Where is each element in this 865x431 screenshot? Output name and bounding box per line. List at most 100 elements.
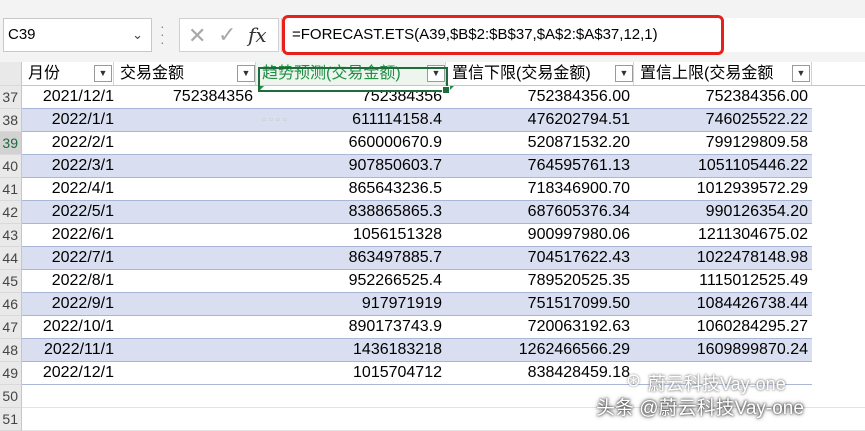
cell-b[interactable] [114,293,256,315]
cell-b[interactable] [114,224,256,246]
cell-a[interactable]: 2022/5/1 [22,201,114,223]
column-header-lower-bound[interactable]: 置信下限(交易金额) [446,62,634,85]
cell-a[interactable]: 2022/3/1 [22,155,114,177]
cell-c[interactable]: 890173743.9 [256,316,446,338]
cell-d[interactable]: 1262466566.29 [446,339,634,361]
cell-c[interactable]: 838865865.3 [256,201,446,223]
row-header[interactable]: 42 [0,201,22,224]
cell-d[interactable]: 720063192.63 [446,316,634,338]
cell-b[interactable] [114,362,256,384]
row-header[interactable]: 49 [0,362,22,385]
cell-a[interactable]: 2022/12/1 [22,362,114,384]
watermark-line2: 头条 @蔚云科技Vay-one [596,398,804,419]
cell-d[interactable]: 476202794.51 [446,109,634,131]
cell-c[interactable]: 863497885.7 [256,247,446,269]
cell-a[interactable]: 2022/10/1 [22,316,114,338]
row-header[interactable]: 44 [0,247,22,270]
table-row: 2022/4/1 865643236.5 718346900.70 101293957… [22,178,812,201]
cancel-icon[interactable]: ✕ [188,23,206,49]
cell-d[interactable]: 704517622.43 [446,247,634,269]
filter-dropdown-icon[interactable]: ▼ [237,65,255,82]
cell-c[interactable]: 952266525.4 [256,270,446,292]
cell-b[interactable] [114,132,256,154]
cell-c[interactable]: 865643236.5 [256,178,446,200]
cell-e[interactable]: 1115012525.49 [634,270,812,292]
corner-cell[interactable] [0,62,22,86]
cell-c[interactable]: 907850603.7 [256,155,446,177]
cell-b[interactable] [114,201,256,223]
filter-dropdown-icon[interactable]: ▼ [427,65,445,82]
cell-e[interactable]: 752384356.00 [634,86,812,108]
cell-e[interactable]: 1022478148.98 [634,247,812,269]
cell-d[interactable]: 752384356.00 [446,86,634,108]
header-label: 置信上限(交易金额 [640,65,774,82]
cell-d[interactable]: 520871532.20 [446,132,634,154]
filter-dropdown-icon[interactable]: ▼ [615,65,633,82]
row-header[interactable]: 40 [0,155,22,178]
row-header[interactable]: 50 [0,385,22,408]
cell-d[interactable]: 751517099.50 [446,293,634,315]
cell-c[interactable]: 1056151328 [256,224,446,246]
cell-a[interactable]: 2022/9/1 [22,293,114,315]
cell-e[interactable]: 1051105446.22 [634,155,812,177]
cell-b[interactable] [114,247,256,269]
chevron-down-icon[interactable]: ⌄ [132,19,143,51]
cell-b[interactable] [114,270,256,292]
paste-options-hint: ▫ ▫ ▫ ▫ [262,114,287,126]
row-header[interactable]: 45 [0,270,22,293]
cell-b[interactable] [114,109,256,131]
row-header[interactable]: 38 [0,109,22,132]
cell-e[interactable]: 990126354.20 [634,201,812,223]
cell-e[interactable]: 1609899870.24 [634,339,812,361]
row-header[interactable]: 37 [0,86,22,109]
cell-b[interactable] [114,178,256,200]
row-header[interactable]: 39 [0,132,22,155]
row-header[interactable]: 41 [0,178,22,201]
cell-b[interactable]: 752384356 [114,86,256,108]
cell-b[interactable] [114,316,256,338]
cell-c[interactable]: 1436183218 [256,339,446,361]
cell-a[interactable]: 2022/6/1 [22,224,114,246]
cell-b[interactable] [114,339,256,361]
name-box[interactable]: C39 ⌄ [3,18,152,52]
cell-c[interactable]: 1015704712 [256,362,446,384]
row-header[interactable]: 46 [0,293,22,316]
table-row: 2022/6/1 1056151328 900997980.06 1211304675… [22,224,812,247]
insert-function-button[interactable]: fx [248,23,267,47]
cell-e[interactable]: 1060284295.27 [634,316,812,338]
cell-a[interactable]: 2022/11/1 [22,339,114,361]
cell-e[interactable]: 1084426738.44 [634,293,812,315]
cell-e[interactable]: 1211304675.02 [634,224,812,246]
cell-a[interactable]: 2021/12/1 [22,86,114,108]
filter-dropdown-icon[interactable]: ▼ [792,65,810,82]
table-row: 2022/11/1 1436183218 1262466566.29 16098998… [22,339,812,362]
cell-a[interactable]: 2022/2/1 [22,132,114,154]
cell-c[interactable]: 752384356 [256,86,446,108]
filter-dropdown-icon[interactable]: ▼ [94,65,112,82]
cell-c[interactable]: 660000670.9 [256,132,446,154]
error-indicator [448,86,454,92]
enter-check-icon[interactable]: ✓ [218,22,236,48]
cell-a[interactable]: 2022/1/1 [22,109,114,131]
cell-a[interactable]: 2022/7/1 [22,247,114,269]
cell-d[interactable]: 718346900.70 [446,178,634,200]
row-header[interactable]: 47 [0,316,22,339]
column-header-upper-bound[interactable]: 置信上限(交易金额 [634,62,812,85]
cell-d[interactable]: 687605376.34 [446,201,634,223]
cell-c[interactable]: 917971919 [256,293,446,315]
cell-a[interactable]: 2022/4/1 [22,178,114,200]
column-header-forecast[interactable]: 趋势预测(交易金额) [256,62,446,85]
cell-e[interactable]: 799129809.58 [634,132,812,154]
cell-a[interactable]: 2022/8/1 [22,270,114,292]
row-header[interactable]: 51 [0,408,22,431]
cell-d[interactable]: 764595761.13 [446,155,634,177]
row-header[interactable]: 43 [0,224,22,247]
cell-d[interactable]: 838428459.18 [446,362,634,384]
column-header-amount[interactable]: 交易金额 [114,62,256,85]
cell-d[interactable]: 789520525.35 [446,270,634,292]
cell-d[interactable]: 900997980.06 [446,224,634,246]
row-header[interactable]: 48 [0,339,22,362]
cell-e[interactable]: 746025522.22 [634,109,812,131]
cell-b[interactable] [114,155,256,177]
cell-e[interactable]: 1012939572.29 [634,178,812,200]
